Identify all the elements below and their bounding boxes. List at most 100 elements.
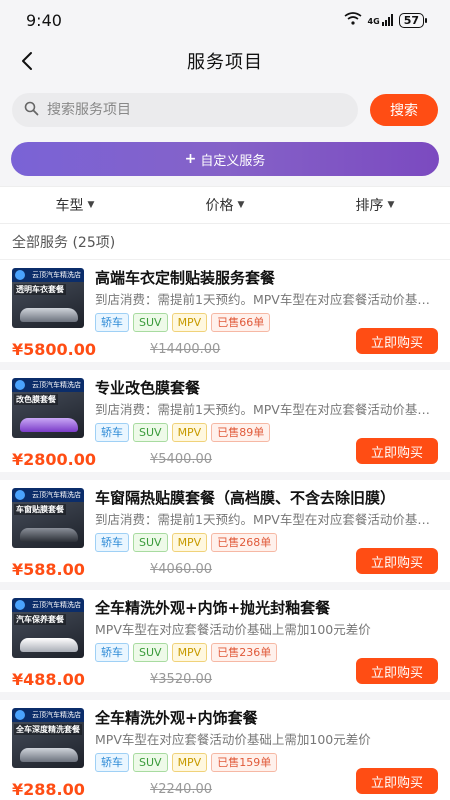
thumb-brand: 云顶汽车精洗店 xyxy=(32,381,81,389)
current-price: ¥5800.00 xyxy=(12,340,97,359)
service-desc: 到店消费：需提前1天预约。MPV车型在对应套餐活动价基础上需加收差价 xyxy=(95,292,438,307)
caret-down-icon: ▼ xyxy=(237,200,245,210)
wifi-icon xyxy=(344,12,362,28)
service-list: 云顶汽车精洗店 透明车衣套餐 高端车衣定制贴装服务套餐 到店消费：需提前1天预约… xyxy=(0,260,450,800)
service-name: 全车精洗外观+内饰+抛光封釉套餐 xyxy=(95,599,331,617)
sold-count: 已售268单 xyxy=(211,533,278,552)
tag-mpv: MPV xyxy=(171,753,208,772)
buy-now-button[interactable]: 立即购买 xyxy=(356,328,438,354)
tag-sedan: 轿车 xyxy=(95,533,129,552)
car-image xyxy=(20,748,78,762)
tag-mpv: MPV xyxy=(171,313,208,332)
tag-suv: SUV xyxy=(133,423,168,442)
custom-service-button[interactable]: + 自定义服务 xyxy=(11,142,439,176)
thumb-label: 改色膜套餐 xyxy=(14,394,58,405)
current-price: ¥2800.00 xyxy=(12,450,97,469)
filter-label: 排序 xyxy=(355,198,384,214)
service-card[interactable]: 云顶汽车精洗店 透明车衣套餐 高端车衣定制贴装服务套餐 到店消费：需提前1天预约… xyxy=(0,260,450,370)
service-desc: MPV车型在对应套餐活动价基础上需加100元差价 xyxy=(95,622,371,637)
thumb-brand: 云顶汽车精洗店 xyxy=(32,271,81,279)
tag-suv: SUV xyxy=(133,753,168,772)
current-price: ¥588.00 xyxy=(12,560,85,579)
signal-icon: 4G xyxy=(368,14,393,26)
filter-price[interactable]: 价格 ▼ xyxy=(150,195,300,215)
filter-label: 车型 xyxy=(55,198,84,214)
thumb-label: 车窗贴膜套餐 xyxy=(14,504,66,515)
tag-sedan: 轿车 xyxy=(95,643,129,662)
car-image xyxy=(20,638,78,652)
service-thumbnail: 云顶汽车精洗店 汽车保养套餐 xyxy=(12,598,84,658)
thumb-brand: 云顶汽车精洗店 xyxy=(32,491,81,499)
thumb-label: 全车深度精洗套餐 xyxy=(14,724,82,735)
tag-mpv: MPV xyxy=(171,423,208,442)
original-price: ¥4060.00 xyxy=(150,562,213,577)
service-card[interactable]: 云顶汽车精洗店 全车深度精洗套餐 全车精洗外观+内饰套餐 MPV车型在对应套餐活… xyxy=(0,700,450,800)
caret-down-icon: ▼ xyxy=(87,200,95,210)
tag-suv: SUV xyxy=(133,533,168,552)
tag-suv: SUV xyxy=(133,313,168,332)
current-price: ¥288.00 xyxy=(12,780,85,799)
plus-icon: + xyxy=(184,151,197,167)
status-bar: 9:40 4G 57 xyxy=(0,0,450,40)
service-thumbnail: 云顶汽车精洗店 全车深度精洗套餐 xyxy=(12,708,84,768)
service-card[interactable]: 云顶汽车精洗店 改色膜套餐 专业改色膜套餐 到店消费：需提前1天预约。MPV车型… xyxy=(0,370,450,480)
status-icons: 4G 57 xyxy=(344,12,428,28)
car-image xyxy=(20,528,78,542)
search-icon xyxy=(24,101,39,120)
sold-count: 已售159单 xyxy=(211,753,278,772)
search-input[interactable] xyxy=(47,102,346,118)
service-thumbnail: 云顶汽车精洗店 透明车衣套餐 xyxy=(12,268,84,328)
sold-count: 已售236单 xyxy=(211,643,278,662)
service-desc: 到店消费：需提前1天预约。MPV车型在对应套餐活动价基础上需加收差价 xyxy=(95,402,438,417)
status-time: 9:40 xyxy=(26,10,62,30)
brand-logo-icon xyxy=(15,380,25,390)
original-price: ¥5400.00 xyxy=(150,452,213,467)
sold-count: 已售89单 xyxy=(211,423,271,442)
service-desc: MPV车型在对应套餐活动价基础上需加100元差价 xyxy=(95,732,371,747)
car-image xyxy=(20,418,78,432)
battery-indicator: 57 xyxy=(398,12,428,28)
tag-sedan: 轿车 xyxy=(95,423,129,442)
tag-mpv: MPV xyxy=(171,643,208,662)
custom-service-row: + 自定义服务 xyxy=(0,138,450,186)
caret-down-icon: ▼ xyxy=(387,200,395,210)
service-name: 高端车衣定制贴装服务套餐 xyxy=(95,269,276,287)
filter-sort[interactable]: 排序 ▼ xyxy=(300,195,450,215)
thumb-brand: 云顶汽车精洗店 xyxy=(32,711,81,719)
service-name: 车窗隔热贴膜套餐（高档膜、不含去除旧膜） xyxy=(95,489,396,507)
buy-now-button[interactable]: 立即购买 xyxy=(356,548,438,574)
service-thumbnail: 云顶汽车精洗店 改色膜套餐 xyxy=(12,378,84,438)
brand-logo-icon xyxy=(15,490,25,500)
original-price: ¥2240.00 xyxy=(150,782,213,797)
sold-count: 已售66单 xyxy=(211,313,271,332)
service-name: 专业改色膜套餐 xyxy=(95,379,201,397)
page-title: 服务项目 xyxy=(187,52,263,73)
network-label: 4G xyxy=(367,17,380,26)
filter-bar: 车型 ▼ 价格 ▼ 排序 ▼ xyxy=(0,186,450,224)
search-button[interactable]: 搜索 xyxy=(370,94,438,126)
brand-logo-icon xyxy=(15,600,25,610)
service-thumbnail: 云顶汽车精洗店 车窗贴膜套餐 xyxy=(12,488,84,548)
search-row: 搜索 xyxy=(0,82,450,138)
section-title: 全部服务 (25项) xyxy=(0,224,450,260)
buy-now-button[interactable]: 立即购买 xyxy=(356,658,438,684)
search-box[interactable] xyxy=(12,93,358,127)
tag-mpv: MPV xyxy=(171,533,208,552)
thumb-label: 透明车衣套餐 xyxy=(14,284,66,295)
buy-now-button[interactable]: 立即购买 xyxy=(356,768,438,794)
filter-label: 价格 xyxy=(205,198,234,214)
service-card[interactable]: 云顶汽车精洗店 车窗贴膜套餐 车窗隔热贴膜套餐（高档膜、不含去除旧膜） 到店消费… xyxy=(0,480,450,590)
brand-logo-icon xyxy=(15,270,25,280)
thumb-label: 汽车保养套餐 xyxy=(14,614,66,625)
filter-car-type[interactable]: 车型 ▼ xyxy=(0,195,150,215)
back-button[interactable] xyxy=(14,48,40,74)
chevron-left-icon xyxy=(22,52,32,70)
tag-sedan: 轿车 xyxy=(95,313,129,332)
buy-now-button[interactable]: 立即购买 xyxy=(356,438,438,464)
service-card[interactable]: 云顶汽车精洗店 汽车保养套餐 全车精洗外观+内饰+抛光封釉套餐 MPV车型在对应… xyxy=(0,590,450,700)
thumb-brand: 云顶汽车精洗店 xyxy=(32,601,81,609)
car-image xyxy=(20,308,78,322)
brand-logo-icon xyxy=(15,710,25,720)
custom-service-label: 自定义服务 xyxy=(200,153,266,169)
nav-bar: 服务项目 xyxy=(0,40,450,82)
